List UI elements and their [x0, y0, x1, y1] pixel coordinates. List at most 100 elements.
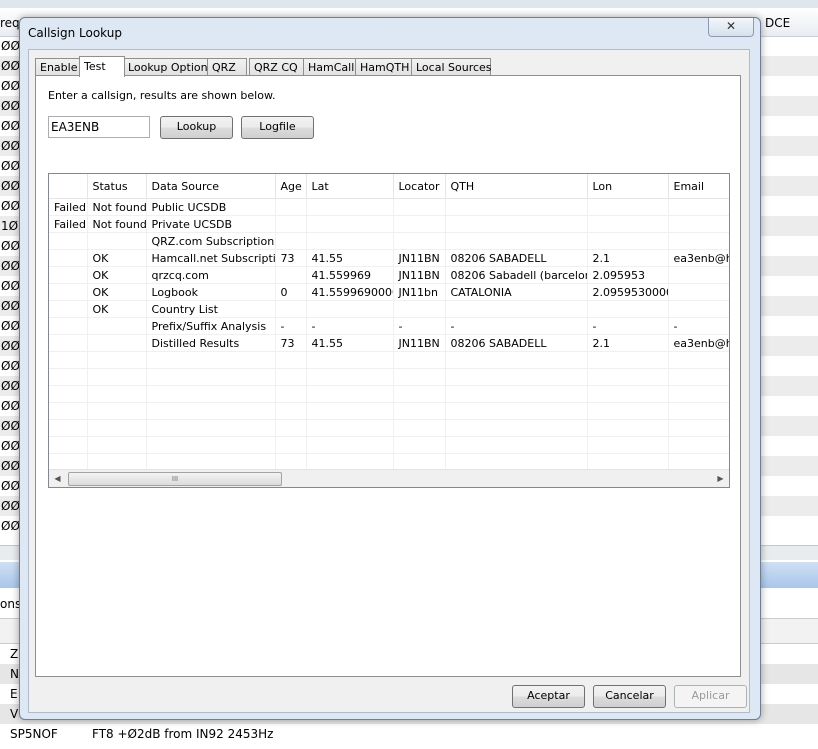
- table-row[interactable]: Distilled Results 73 41.55 JN11BN 08206 SABA…: [49, 334, 729, 352]
- table-cell: 08206 Sabadell (barcelona): [445, 266, 588, 284]
- table-cell: [306, 436, 394, 454]
- scroll-thumb[interactable]: III: [68, 472, 282, 486]
- table-cell: 73: [275, 249, 307, 267]
- table-cell: -: [275, 317, 307, 335]
- lookup-button[interactable]: Lookup: [160, 116, 233, 139]
- background-row-text: ØØ: [1, 39, 20, 53]
- table-cell: [445, 436, 588, 454]
- background-log-text: V: [10, 707, 19, 721]
- table-cell: Prefix/Suffix Analysis: [146, 317, 276, 335]
- empty-table-row[interactable]: [49, 453, 729, 471]
- table-cell: [306, 198, 394, 216]
- table-cell: 73: [275, 334, 307, 352]
- scroll-left-arrow-icon[interactable]: ◀: [49, 470, 66, 487]
- table-cell: [275, 385, 307, 403]
- accept-button[interactable]: Aceptar: [512, 685, 585, 708]
- table-cell: [87, 453, 147, 471]
- background-row-text: ØØ: [1, 379, 20, 393]
- table-cell: 2.1: [587, 334, 669, 352]
- column-header-locator[interactable]: Locator: [393, 174, 446, 199]
- table-cell: ea3enb@hc: [668, 334, 729, 352]
- table-cell: [275, 419, 307, 437]
- horizontal-scrollbar[interactable]: ◀ III ▶: [49, 469, 729, 487]
- column-header-result[interactable]: [49, 174, 88, 199]
- column-header-age[interactable]: Age: [275, 174, 307, 199]
- empty-table-row[interactable]: [49, 436, 729, 454]
- tab-lookup-options[interactable]: Lookup Options: [123, 58, 213, 76]
- column-header-lat[interactable]: Lat: [306, 174, 394, 199]
- background-row-text: ØØ: [1, 479, 20, 493]
- table-cell: Distilled Results: [146, 334, 276, 352]
- table-cell: 41.5599690000: [306, 283, 394, 301]
- tab-test[interactable]: Test: [79, 56, 125, 77]
- table-row[interactable]: QRZ.com Subscription: [49, 232, 729, 250]
- table-cell: [668, 232, 729, 250]
- table-cell: [445, 215, 588, 233]
- empty-table-row[interactable]: [49, 385, 729, 403]
- table-row[interactable]: Failed Not found Public UCSDB: [49, 198, 729, 216]
- table-cell: [393, 453, 446, 471]
- background-log-row[interactable]: SP5NOF FT8 +Ø2dB from IN92 2453Hz: [0, 724, 818, 744]
- table-row[interactable]: Failed Not found Private UCSDB: [49, 215, 729, 233]
- table-cell: [587, 368, 669, 386]
- table-cell: 41.559969: [306, 266, 394, 284]
- table-cell: [668, 198, 729, 216]
- table-cell: Logbook: [146, 283, 276, 301]
- scroll-right-arrow-icon[interactable]: ▶: [712, 470, 729, 487]
- table-cell: [587, 300, 669, 318]
- background-row-text: ØØ: [1, 359, 20, 373]
- tab-qrz[interactable]: QRZ: [207, 58, 247, 76]
- empty-table-row[interactable]: [49, 368, 729, 386]
- table-cell: [668, 419, 729, 437]
- callsign-input[interactable]: [48, 116, 150, 138]
- table-row[interactable]: OK Logbook 0 41.5599690000 JN11bn CATALONIA 2.…: [49, 283, 729, 301]
- tab-enable[interactable]: Enable: [35, 58, 81, 76]
- close-button[interactable]: ✕: [708, 18, 754, 37]
- background-row-text: ØØ: [1, 499, 20, 513]
- table-cell: Country List: [146, 300, 276, 318]
- logfile-button[interactable]: Logfile: [241, 116, 314, 139]
- table-cell: OK: [87, 300, 147, 318]
- table-cell: [306, 351, 394, 369]
- table-cell: [445, 300, 588, 318]
- table-cell: 08206 SABADELL: [445, 249, 588, 267]
- table-row[interactable]: OK qrzcq.com 41.559969 JN11BN 08206 Sabadell…: [49, 266, 729, 284]
- table-cell: [49, 436, 88, 454]
- table-row[interactable]: OK Country List: [49, 300, 729, 318]
- table-cell: [445, 368, 588, 386]
- table-cell: ea3enb@hc: [668, 249, 729, 267]
- cancel-button[interactable]: Cancelar: [593, 685, 666, 708]
- background-log-text: E: [10, 687, 18, 701]
- table-cell: Private UCSDB: [146, 215, 276, 233]
- background-log-text: N: [10, 667, 19, 681]
- column-header-qth[interactable]: QTH: [445, 174, 588, 199]
- table-row[interactable]: OKHamcall.net Subscription7341.55JN11BN0…: [49, 249, 729, 267]
- tab-local-sources[interactable]: Local Sources: [411, 58, 492, 76]
- tab-hamqth[interactable]: HamQTH: [355, 58, 413, 76]
- empty-table-row[interactable]: [49, 419, 729, 437]
- table-cell: [275, 198, 307, 216]
- empty-table-row[interactable]: [49, 402, 729, 420]
- table-cell: [49, 317, 88, 335]
- table-cell: [87, 351, 147, 369]
- table-cell: [87, 436, 147, 454]
- table-cell: [445, 453, 588, 471]
- table-cell: [146, 402, 276, 420]
- table-cell: [393, 419, 446, 437]
- table-cell: [146, 453, 276, 471]
- background-row-text: ØØ: [1, 299, 20, 313]
- background-row-text: ØØ: [1, 319, 20, 333]
- results-body: Failed Not found Public UCSDB Failed Not fou…: [49, 198, 729, 471]
- table-cell: [393, 402, 446, 420]
- empty-table-row[interactable]: [49, 351, 729, 369]
- apply-button[interactable]: Aplicar: [674, 685, 747, 708]
- column-header-email[interactable]: Email: [668, 174, 729, 199]
- tab-qrz-cq[interactable]: QRZ CQ: [249, 58, 307, 76]
- column-header-lon[interactable]: Lon: [587, 174, 669, 199]
- column-header-data-source[interactable]: Data Source: [146, 174, 276, 199]
- table-row[interactable]: Prefix/Suffix Analysis - - - - - -: [49, 317, 729, 335]
- column-header-status[interactable]: Status: [87, 174, 147, 199]
- background-row-text: ØØ: [1, 239, 20, 253]
- table-cell: [445, 419, 588, 437]
- tab-hamcall[interactable]: HamCall: [303, 58, 359, 76]
